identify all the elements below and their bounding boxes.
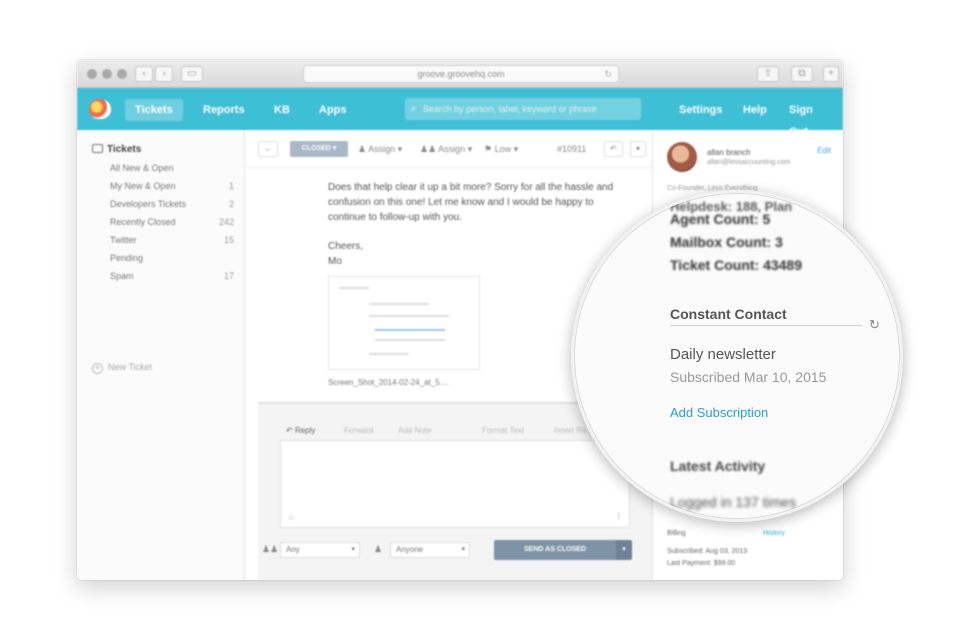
mailbox-count: Mailbox Count: 3 bbox=[670, 234, 783, 250]
nav-reports[interactable]: Reports bbox=[193, 99, 255, 121]
add-subscription-link[interactable]: Add Subscription bbox=[670, 405, 768, 420]
section-divider bbox=[670, 325, 862, 326]
sidebar-item-pending[interactable]: Pending bbox=[110, 253, 234, 263]
reply-arrow-icon[interactable]: ↶ bbox=[604, 141, 623, 157]
app-navbar: Tickets Reports KB Apps ⌕ Settings Help … bbox=[77, 88, 843, 138]
back-button[interactable]: ← bbox=[258, 141, 278, 157]
browser-toolbar: ‹ › ▭ groove.groovehq.com ↻ ⇧ ⧉ + bbox=[77, 60, 843, 88]
constant-contact-title: Constant Contact bbox=[670, 306, 787, 322]
forward-arrow-icon[interactable]: › bbox=[155, 66, 173, 82]
group-select[interactable]: Any ▾ bbox=[280, 542, 360, 558]
search-input[interactable] bbox=[405, 98, 641, 120]
group-icon: ♟♟ bbox=[262, 544, 279, 554]
edit-link[interactable]: Edit bbox=[817, 146, 831, 155]
user-icon: ♟ bbox=[374, 544, 383, 554]
new-tab-icon[interactable]: + bbox=[823, 66, 839, 82]
chevron-down-icon: ▾ bbox=[461, 546, 465, 553]
sidebar-item-recently-closed[interactable]: Recently Closed 242 bbox=[110, 217, 234, 227]
billing-label: Billing bbox=[667, 530, 686, 537]
thumb-line bbox=[369, 353, 409, 355]
nav-kb[interactable]: KB bbox=[264, 99, 300, 121]
agent-count: Agent Count: 5 bbox=[670, 211, 771, 227]
thumb-line bbox=[375, 339, 445, 341]
sidebar: Tickets All New & Open My New & Open 1 De… bbox=[77, 130, 245, 580]
reply-textarea[interactable]: ☺ ⌇ bbox=[280, 440, 630, 528]
thumb-line bbox=[369, 315, 449, 317]
tab-reply[interactable]: ↶ Reply bbox=[286, 426, 315, 435]
thumb-line bbox=[375, 329, 445, 331]
new-ticket-button[interactable]: + New Ticket bbox=[92, 362, 152, 374]
assign-group-dropdown[interactable]: ♟♟ Assign ▾ bbox=[420, 144, 472, 155]
ticket-toolbar: ← CLOSED ▾ ♟ Assign ▾ ♟♟ Assign ▾ ⚑ Low … bbox=[246, 130, 652, 168]
zoom-dot-icon[interactable] bbox=[117, 69, 127, 79]
send-as-closed-button[interactable]: SEND AS CLOSED bbox=[494, 540, 616, 560]
reply-icon: ↶ bbox=[286, 426, 293, 435]
last-payment: Last Payment: $99.00 bbox=[667, 560, 736, 567]
more-dropdown-icon[interactable]: ▾ bbox=[630, 141, 647, 157]
thumb-line bbox=[369, 303, 429, 305]
tab-add-note[interactable]: Add Note bbox=[398, 426, 431, 435]
attachment-thumbnail[interactable] bbox=[328, 276, 480, 370]
tab-format-text[interactable]: Format Text bbox=[482, 426, 524, 435]
reload-icon[interactable]: ↻ bbox=[604, 66, 612, 82]
nav-tickets[interactable]: Tickets bbox=[125, 99, 183, 121]
customer-email[interactable]: allan@lessaccounting.com bbox=[707, 159, 790, 166]
user-icon: ♟ bbox=[358, 144, 367, 154]
nav-help[interactable]: Help bbox=[733, 99, 777, 121]
newsletter-name: Daily newsletter bbox=[670, 346, 776, 363]
close-dot-icon[interactable] bbox=[87, 69, 97, 79]
share-icon[interactable]: ⇧ bbox=[757, 66, 779, 82]
thumb-line bbox=[339, 287, 369, 289]
priority-dropdown[interactable]: ⚑ Low ▾ bbox=[484, 144, 518, 155]
assign-agent-dropdown[interactable]: ♟ Assign ▾ bbox=[358, 144, 402, 155]
groove-logo-icon[interactable] bbox=[89, 99, 111, 119]
minimize-dot-icon[interactable] bbox=[102, 69, 112, 79]
customer-name: allan branch bbox=[707, 148, 751, 157]
message-body: Does that help clear it up a bit more? S… bbox=[328, 180, 634, 269]
ticket-number: #10911 bbox=[557, 144, 587, 154]
message-signature: Mo bbox=[328, 256, 342, 267]
sidebar-header[interactable]: Tickets bbox=[92, 144, 141, 155]
sidebar-item-all-new-open[interactable]: All New & Open bbox=[110, 163, 234, 173]
nav-sign-out[interactable]: Sign Out bbox=[779, 99, 843, 138]
send-options-icon[interactable]: ▾ bbox=[616, 540, 632, 560]
ticket-count: Ticket Count: 43489 bbox=[670, 257, 803, 273]
message-signoff: Cheers, bbox=[328, 241, 364, 252]
sidebar-toggle-icon[interactable]: ▭ bbox=[181, 66, 203, 82]
paperclip-icon[interactable]: ⌇ bbox=[617, 511, 621, 522]
flag-icon: ⚑ bbox=[484, 144, 493, 154]
latest-activity-title: Latest Activity bbox=[670, 458, 766, 474]
activity-line: Logged in 137 times bbox=[670, 494, 797, 510]
subscribed-date: Subscribed Mar 10, 2015 bbox=[670, 369, 827, 385]
magnifier-lens: Helpdesk: 188, Plan Agent Count: 5 Mailb… bbox=[571, 190, 903, 522]
url-text: groove.groovehq.com bbox=[417, 69, 505, 79]
inbox-icon bbox=[92, 144, 103, 153]
sidebar-item-twitter[interactable]: Twitter 15 bbox=[110, 235, 234, 245]
sidebar-item-my-new-open[interactable]: My New & Open 1 bbox=[110, 181, 234, 191]
status-dropdown[interactable]: CLOSED ▾ bbox=[290, 141, 348, 157]
chevron-down-icon: ▾ bbox=[351, 546, 355, 553]
agent-select[interactable]: Anyone ▾ bbox=[390, 542, 470, 558]
plus-icon: + bbox=[92, 363, 103, 374]
group-icon: ♟♟ bbox=[420, 144, 437, 154]
refresh-icon[interactable]: ↻ bbox=[869, 317, 880, 333]
nav-settings[interactable]: Settings bbox=[669, 99, 732, 121]
attachment-name[interactable]: Screen_Shot_2014-02-24_at_5.... bbox=[328, 378, 449, 387]
back-arrow-icon[interactable]: ‹ bbox=[135, 66, 153, 82]
nav-apps[interactable]: Apps bbox=[309, 99, 357, 121]
tab-forward[interactable]: Forward bbox=[344, 426, 373, 435]
sidebar-item-developers-tickets[interactable]: Developers Tickets 2 bbox=[110, 199, 234, 209]
history-link[interactable]: History bbox=[763, 530, 785, 537]
message-text: Does that help clear it up a bit more? S… bbox=[328, 182, 614, 223]
subscribed-date: Subscribed: Aug 03, 2013 bbox=[667, 548, 748, 555]
emoji-icon[interactable]: ☺ bbox=[287, 513, 295, 522]
avatar bbox=[667, 142, 697, 172]
address-bar[interactable]: groove.groovehq.com ↻ bbox=[303, 65, 619, 83]
tabs-icon[interactable]: ⧉ bbox=[791, 66, 813, 82]
sidebar-item-spam[interactable]: Spam 17 bbox=[110, 271, 234, 281]
